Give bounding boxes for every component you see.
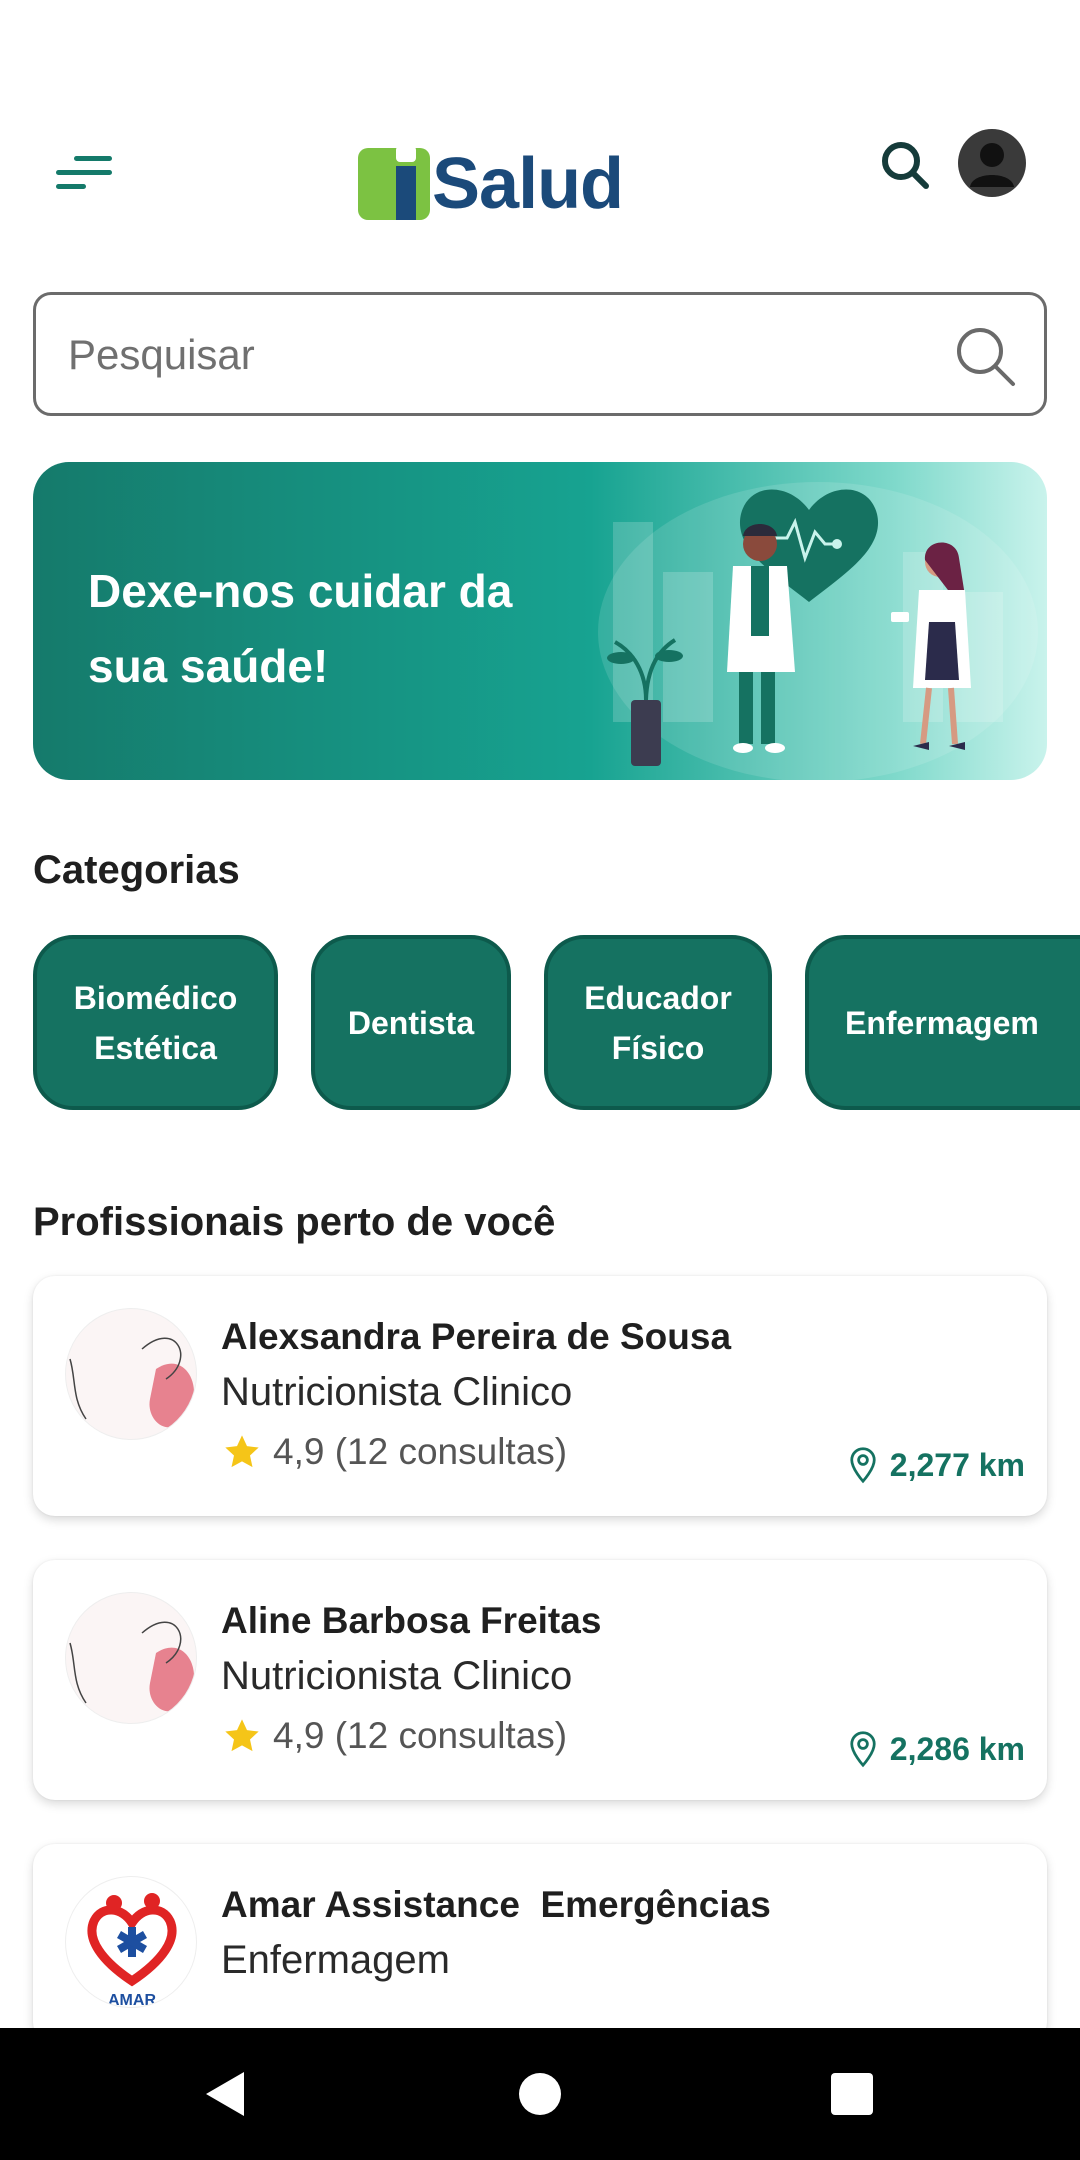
- rating-text: 4,9 (12 consultas): [273, 1431, 568, 1472]
- distance-text: 2,286 km: [889, 1730, 1025, 1767]
- professional-card[interactable]: Aline Barbosa Freitas Nutricionista Clin…: [33, 1560, 1047, 1800]
- distance-text: 2,277 km: [889, 1446, 1025, 1483]
- professional-specialty: Nutricionista Clinico: [221, 1370, 573, 1414]
- menu-icon[interactable]: [48, 136, 118, 206]
- user-avatar-icon[interactable]: [958, 129, 1026, 197]
- star-icon: [225, 1719, 259, 1752]
- back-icon[interactable]: [196, 2064, 256, 2124]
- banner-text: Dexe-nos cuidar da sua saúde!: [88, 565, 513, 692]
- professional-card[interactable]: Alexsandra Pereira de Sousa Nutricionist…: [33, 1276, 1047, 1516]
- categories-title: Categorias: [33, 848, 240, 892]
- professional-card[interactable]: AMAR Amar Assistance Emergências Enferma…: [33, 1844, 1047, 2044]
- amar-logo-text: AMAR: [108, 1992, 156, 2008]
- professional-rating: 4,9 (12 consultas): [221, 1431, 567, 1473]
- category-enfermagem[interactable]: Enfermagem: [805, 935, 1080, 1110]
- professional-photo: [65, 1308, 197, 1440]
- category-biomedico-estetica[interactable]: Biomédico Estética: [33, 935, 278, 1110]
- professional-name: Amar Assistance Emergências: [221, 1884, 771, 1925]
- star-icon: [225, 1435, 259, 1468]
- app-logo: Salud: [358, 130, 624, 224]
- professional-distance: 2,286 km: [848, 1730, 1025, 1768]
- search-field[interactable]: [33, 292, 1047, 416]
- professional-specialty: Nutricionista Clinico: [221, 1654, 573, 1698]
- category-label: Educador Físico: [584, 979, 732, 1066]
- amar-logo: AMAR: [65, 1876, 197, 2008]
- doctors-illustration: [598, 482, 1038, 780]
- professional-specialty: Enfermagem: [221, 1938, 450, 1982]
- professional-distance: 2,277 km: [848, 1446, 1025, 1484]
- professional-name: Alexsandra Pereira de Sousa: [221, 1316, 732, 1357]
- category-label: Dentista: [347, 1004, 475, 1041]
- category-educador-fisico[interactable]: Educador Físico: [544, 935, 772, 1110]
- search-icon[interactable]: [876, 136, 936, 196]
- search-field-icon[interactable]: [952, 323, 1018, 389]
- rating-text: 4,9 (12 consultas): [273, 1715, 568, 1756]
- location-pin-icon: [850, 1447, 876, 1484]
- location-pin-icon: [850, 1731, 876, 1768]
- category-label: Enfermagem: [845, 1004, 1039, 1041]
- category-label: Biomédico Estética: [73, 979, 238, 1066]
- category-dentista[interactable]: Dentista: [311, 935, 511, 1110]
- professional-photo: [65, 1592, 197, 1724]
- professionals-title: Profissionais perto de você: [33, 1200, 556, 1244]
- recents-icon[interactable]: [822, 2064, 882, 2124]
- app-header: Salud: [0, 120, 1080, 230]
- professional-name: Aline Barbosa Freitas: [221, 1600, 602, 1641]
- logo-text: Salud: [432, 144, 624, 224]
- search-input[interactable]: [68, 323, 928, 387]
- professional-rating: 4,9 (12 consultas): [221, 1715, 567, 1757]
- system-navigation-bar: [0, 2028, 1080, 2160]
- promo-banner[interactable]: Dexe-nos cuidar da sua saúde!: [33, 462, 1047, 780]
- logo-i-icon: [358, 146, 430, 220]
- home-icon[interactable]: [510, 2064, 570, 2124]
